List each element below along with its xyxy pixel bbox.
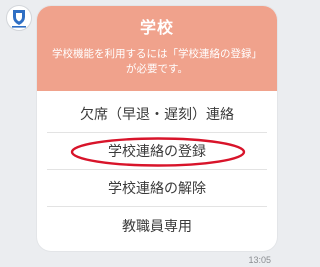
message-timestamp: 13:05 [248,255,271,265]
option-label: 教職員専用 [122,218,192,235]
option-register-school-contact[interactable]: 学校連絡の登録 [47,133,267,170]
card-header: 学校 学校機能を利用するには「学校連絡の登録」 が必要です。 [37,6,277,91]
school-emblem-icon [12,10,26,28]
option-label: 欠席（早退・遅刻）連絡 [80,107,234,123]
sender-avatar[interactable] [6,5,32,31]
option-staff-only[interactable]: 教職員専用 [47,207,267,244]
school-menu-card: 学校 学校機能を利用するには「学校連絡の登録」 が必要です。 欠席（早退・遅刻）… [37,6,277,251]
card-description: 学校機能を利用するには「学校連絡の登録」 が必要です。 [37,47,277,77]
option-absence-report[interactable]: 欠席（早退・遅刻）連絡 [47,96,267,133]
card-title: 学校 [139,18,174,37]
card-description-line-2: が必要です。 [126,63,188,75]
card-description-line-1: 学校機能を利用するには「学校連絡の登録」 [52,48,262,60]
option-label: 学校連絡の解除 [108,181,206,197]
option-list: 欠席（早退・遅刻）連絡 学校連絡の登録 学校連絡の解除 教職員専用 [37,96,277,244]
option-label: 学校連絡の登録 [108,144,206,160]
option-unregister-school-contact[interactable]: 学校連絡の解除 [47,170,267,207]
